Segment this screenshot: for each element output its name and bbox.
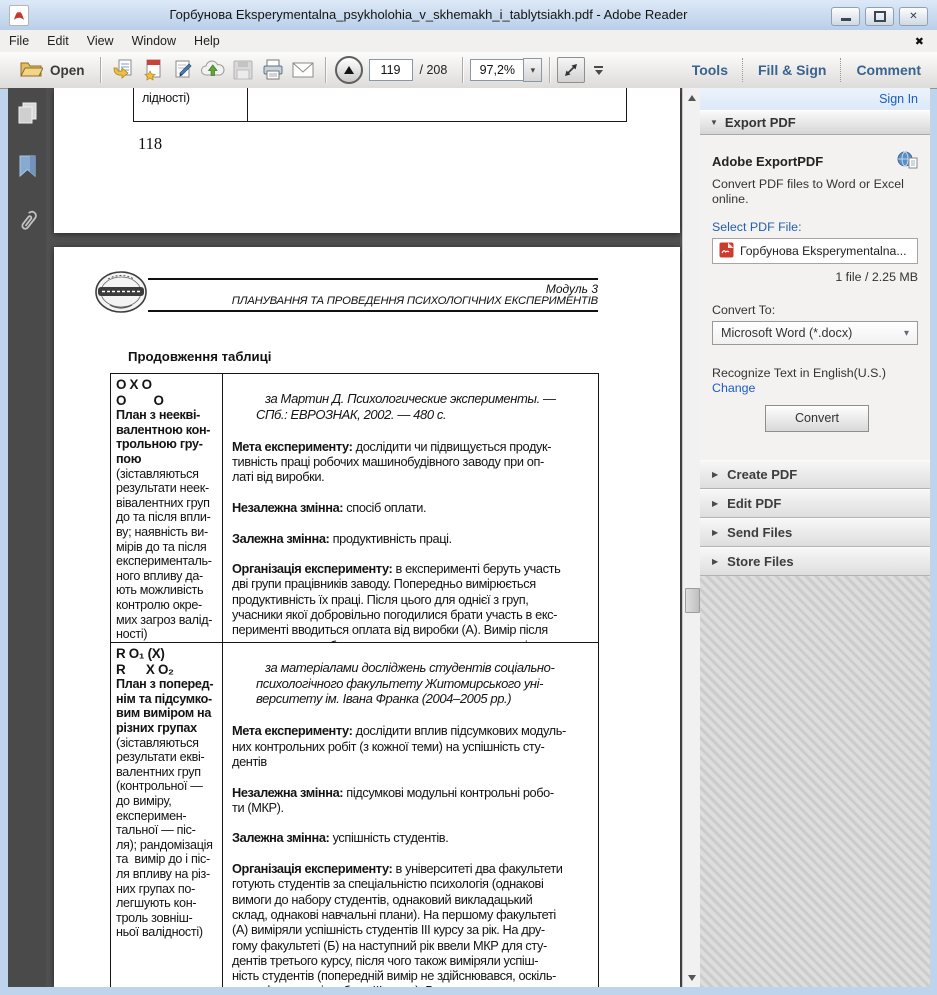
plan-title: План з неекві- валентною кон- трольною г… [116,408,210,466]
design-notation: R O₁ (X) R X O₂ [116,646,174,677]
toolbar: Open 119 / 208 97,2% ▾ [0,52,937,89]
page-thumbnails-icon[interactable] [16,101,38,130]
email-icon[interactable] [288,56,318,84]
expand-icon: ▶ [712,528,718,537]
cloud-upload-icon[interactable] [198,56,228,84]
store-files-section[interactable]: ▶ Store Files [700,547,930,576]
file-info: 1 file / 2.25 MB [712,270,918,284]
table-row-plan-cell: R O₁ (X) R X O₂ План з поперед- нім та п… [111,643,223,987]
citation: за матеріалами досліджень студентів соці… [256,660,594,707]
fill-sign-button[interactable]: Fill & Sign [748,62,836,78]
adobe-reader-app-icon [9,5,29,26]
menu-help[interactable]: Help [185,30,229,52]
publisher-logo [94,269,148,320]
edit-pdf-section[interactable]: ▶ Edit PDF [700,489,930,518]
table-row-example-cell: за Мартин Д. Психологические эксперимент… [223,374,598,643]
page-number-input[interactable]: 119 [369,59,413,81]
page-118-number: 118 [138,134,162,154]
running-header-module: Модуль 3 [148,282,598,296]
expand-icon: ▶ [712,470,718,479]
send-files-section[interactable]: ▶ Send Files [700,518,930,547]
zoom-value[interactable]: 97,2% [470,59,523,81]
vertical-scrollbar[interactable] [682,88,700,987]
page-up-button[interactable] [335,56,363,84]
collapse-icon: ▼ [710,118,718,127]
scroll-up-icon[interactable] [683,89,700,106]
folder-icon [20,60,43,81]
citation: за Мартин Д. Психологические эксперимент… [256,391,594,422]
minimize-button[interactable] [831,7,860,26]
pdf-file-icon [719,242,734,261]
fit-page-button[interactable] [557,57,585,83]
convert-to-label: Convert To: [712,303,918,317]
plan-note: (зіставляються результати екві- валентни… [116,736,213,940]
zoom-level-select[interactable]: 97,2% ▾ [470,58,542,82]
page-total-label: / 208 [420,63,448,77]
running-header-title: ПЛАНУВАННЯ ТА ПРОВЕДЕННЯ ПСИХОЛОГІЧНИХ Е… [148,295,598,307]
toolbar-overflow-button[interactable] [594,66,603,75]
title-bar[interactable]: Горбунова Eksperymentalna_psykholohia_v_… [0,0,937,30]
close-button[interactable]: ✕ [899,7,928,26]
export-pdf-icon[interactable] [108,56,138,84]
select-pdf-file-label: Select PDF File: [712,220,918,234]
sign-in-link[interactable]: Sign In [879,92,918,106]
experiment-plans-table: O X O O O План з неекві- валентною кон- … [110,373,599,987]
product-name: Adobe ExportPDF [712,154,823,169]
export-pdf-section-header[interactable]: ▼ Export PDF [700,110,930,135]
menu-file[interactable]: File [0,30,38,52]
table-row-example-cell: за матеріалами досліджень студентів соці… [223,643,598,987]
open-button[interactable]: Open [12,58,93,83]
tools-button[interactable]: Tools [682,62,738,78]
menu-edit[interactable]: Edit [38,30,78,52]
save-icon[interactable] [228,56,258,84]
plan-title: План з поперед- нім та підсумко- вим вим… [116,677,213,735]
comment-button[interactable]: Comment [846,62,931,78]
adobe-reader-window: Горбунова Eksperymentalna_psykholohia_v_… [0,0,937,995]
expand-icon: ▶ [712,557,718,566]
export-pdf-panel: Adobe ExportPDF Convert PDF files to Wor… [700,135,930,460]
convert-button[interactable]: Convert [765,405,869,432]
create-pdf-section[interactable]: ▶ Create PDF [700,460,930,489]
document-view[interactable]: лідності) 118 Модуль 3 ПЛАНУВАННЯ ТА ПРО… [46,88,682,987]
menu-window[interactable]: Window [123,30,185,52]
menu-bar: File Edit View Window Help ✖ [0,30,937,52]
selected-file-name: Горбунова Eksperymentalna... [740,244,906,258]
panel-empty-area [700,576,930,987]
pdf-page-118: лідності) 118 [54,88,680,233]
fill-sign-icon[interactable] [168,56,198,84]
tools-panel: Sign In ▼ Export PDF Adobe ExportPDF Con… [700,88,930,987]
online-service-icon [897,151,918,172]
attachments-icon[interactable] [15,209,39,240]
change-link[interactable]: Change [712,381,918,395]
menu-view[interactable]: View [78,30,123,52]
convert-format-value: Microsoft Word (*.docx) [721,326,852,340]
plan-note: (зіставляються результати неек- вівалент… [116,467,212,642]
service-description: Convert PDF files to Word or Excel onlin… [712,177,914,207]
convert-format-select[interactable]: Microsoft Word (*.docx) ▾ [712,321,918,345]
pdf-page-119: Модуль 3 ПЛАНУВАННЯ ТА ПРОВЕДЕННЯ ПСИХОЛ… [54,247,680,987]
zoom-dropdown-icon[interactable]: ▾ [523,58,542,82]
scroll-down-icon[interactable] [683,969,700,986]
table-row-plan-cell: O X O O O План з неекві- валентною кон- … [111,374,223,643]
navigation-pane [8,88,46,987]
bookmarks-icon[interactable] [18,155,37,184]
expand-icon: ▶ [712,499,718,508]
print-icon[interactable] [258,56,288,84]
design-notation: O X O O O [116,377,164,408]
selected-file-field[interactable]: Горбунова Eksperymentalna... [712,238,918,264]
close-toolbar-icon[interactable]: ✖ [915,35,924,48]
scrollbar-thumb[interactable] [685,588,700,613]
restore-button[interactable] [865,7,894,26]
create-pdf-icon[interactable] [138,56,168,84]
chevron-down-icon: ▾ [904,328,909,339]
recognize-text-label: Recognize Text in English(U.S.) [712,366,918,380]
window-title: Горбунова Eksperymentalna_psykholohia_v_… [60,0,797,30]
table-cell-fragment: лідності) [142,91,190,105]
table-caption: Продовження таблиці [128,349,271,364]
